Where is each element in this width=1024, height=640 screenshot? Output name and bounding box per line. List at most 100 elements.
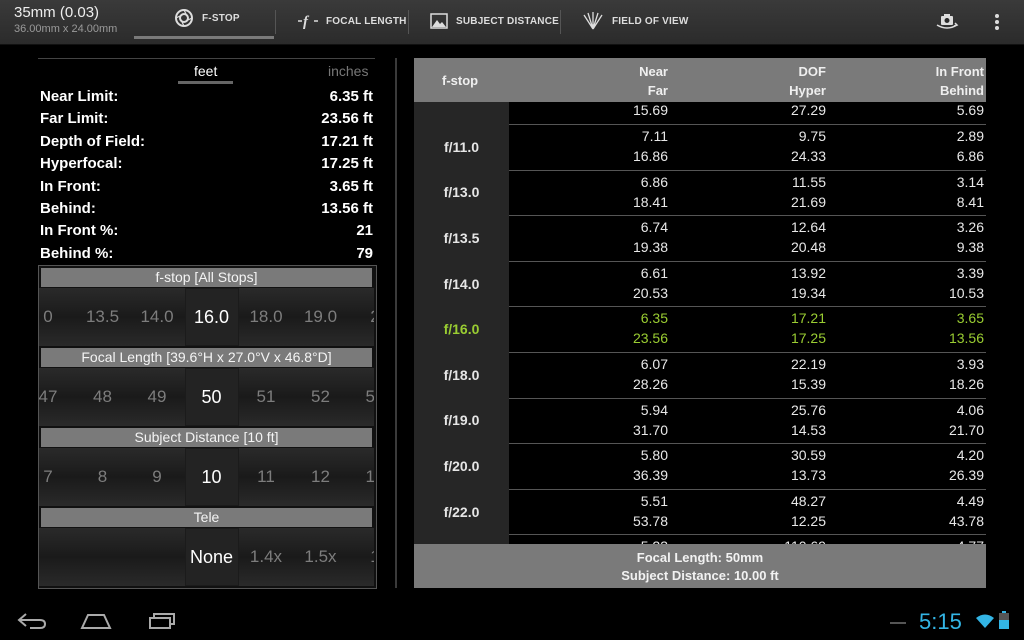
row-fstop: f/11.0 bbox=[414, 124, 509, 170]
table-row[interactable]: f/19.0 5.94 31.70 25.76 14.53 4.06 21.70 bbox=[414, 397, 986, 445]
row-dof: 30.59 bbox=[790, 447, 826, 464]
subject-distance-picker-wheel[interactable]: 78910111213 bbox=[39, 448, 374, 506]
battery-icon bbox=[999, 611, 1009, 634]
picker-option[interactable]: 8 bbox=[76, 448, 130, 506]
picker-option[interactable]: 13 bbox=[348, 448, 374, 506]
row-dof: 12.64 bbox=[790, 219, 826, 236]
picker-option[interactable]: 13.5 bbox=[76, 288, 130, 346]
row-near: 6.07 bbox=[640, 356, 668, 372]
row-hyper: 12.25 bbox=[790, 512, 826, 529]
focal-length-picker-header: Focal Length [39.6°H x 27.0°V x 46.8°D] bbox=[41, 348, 372, 367]
row-behind: 10.53 bbox=[948, 284, 984, 301]
recent-apps-icon[interactable] bbox=[146, 612, 178, 635]
picker-option[interactable]: 49 bbox=[130, 368, 184, 426]
col-far-header[interactable]: Far bbox=[648, 83, 668, 98]
picker-selected-value[interactable]: None bbox=[184, 528, 239, 586]
tab-inches[interactable]: inches bbox=[328, 63, 368, 79]
table-row[interactable]: f/14.0 6.61 20.53 13.92 19.34 3.39 10.53 bbox=[414, 260, 986, 308]
picker-option[interactable] bbox=[130, 528, 184, 586]
row-behind: 26.39 bbox=[948, 467, 984, 484]
action-bar: 35mm (0.03) 36.00mm x 24.00mm F-STOP f F… bbox=[0, 0, 1024, 45]
picker-selected-value[interactable]: 10 bbox=[184, 448, 239, 506]
overflow-menu-icon[interactable] bbox=[990, 12, 1004, 32]
picker-option[interactable]: 48 bbox=[76, 368, 130, 426]
tab-focal-length-label: FOCAL LENGTH bbox=[326, 15, 407, 27]
row-dof: 11.55 bbox=[792, 173, 826, 190]
row-behind: 18.26 bbox=[948, 376, 984, 392]
focal-length-picker-wheel[interactable]: 47484950515253 bbox=[39, 368, 374, 426]
picker-selected-value[interactable]: 16.0 bbox=[184, 288, 239, 346]
picker-option[interactable]: 1 bbox=[348, 528, 374, 586]
picker-option[interactable]: 12 bbox=[294, 448, 348, 506]
picker-selected-value[interactable]: 50 bbox=[184, 368, 239, 426]
row-dof: 17.21 bbox=[790, 310, 826, 327]
rotate-camera-icon[interactable] bbox=[935, 11, 959, 31]
unit-tab-indicator bbox=[178, 81, 233, 84]
row-fstop: f/13.0 bbox=[414, 169, 509, 216]
row-far: 53.78 bbox=[632, 512, 668, 529]
result-behind: Behind: 13.56 ft bbox=[40, 200, 373, 222]
col-near-header[interactable]: Near bbox=[639, 64, 668, 79]
row-fstop: f/20.0 bbox=[414, 443, 509, 489]
row-dof: 13.92 bbox=[790, 264, 826, 281]
row-near: 6.86 bbox=[640, 173, 668, 190]
picker-option[interactable]: 7 bbox=[39, 448, 75, 506]
tab-focal-length[interactable]: f FOCAL LENGTH bbox=[298, 0, 407, 42]
col-behind-header[interactable]: Behind bbox=[940, 83, 984, 98]
table-row[interactable]: f/18.0 6.07 28.26 22.19 15.39 3.93 18.26 bbox=[414, 352, 986, 399]
col-fstop-header[interactable]: f-stop bbox=[442, 73, 478, 88]
tele-picker-wheel[interactable]: None1.4x1.5x1 bbox=[39, 528, 374, 586]
table-row[interactable]: 15.69 27.29 5.69 bbox=[414, 102, 986, 125]
row-far: 18.41 bbox=[632, 193, 668, 210]
home-icon[interactable] bbox=[80, 612, 112, 635]
row-in-front: 3.14 bbox=[956, 173, 984, 190]
tab-subject-distance-label: SUBJECT DISTANCE bbox=[456, 15, 560, 27]
back-icon[interactable] bbox=[16, 612, 48, 635]
table-row[interactable]: f/20.0 5.80 36.39 30.59 13.73 4.20 26.39 bbox=[414, 443, 986, 490]
picker-option[interactable]: 0 bbox=[39, 288, 75, 346]
row-hyper: 19.34 bbox=[790, 284, 826, 301]
notification-indicator[interactable] bbox=[890, 622, 906, 624]
picker-option[interactable]: 51 bbox=[239, 368, 293, 426]
result-behind-percent: Behind %: 79 bbox=[40, 245, 373, 267]
result-depth-of-field: Depth of Field: 17.21 ft bbox=[40, 133, 373, 155]
picker-option[interactable]: 11 bbox=[239, 448, 293, 506]
picker-option[interactable]: 47 bbox=[39, 368, 75, 426]
tab-feet[interactable]: feet bbox=[194, 63, 217, 79]
result-value: 13.56 ft bbox=[321, 199, 373, 217]
table-row[interactable]: f/22.0 5.51 53.78 48.27 12.25 4.49 43.78 bbox=[414, 488, 986, 536]
row-hyper: 21.69 bbox=[790, 193, 826, 210]
result-value: 6.35 ft bbox=[329, 88, 373, 105]
table-row[interactable]: f/11.0 7.11 16.86 9.75 24.33 2.89 6.86 bbox=[414, 124, 986, 171]
result-far-limit: Far Limit: 23.56 ft bbox=[40, 110, 373, 132]
picker-option[interactable]: 14.0 bbox=[130, 288, 184, 346]
table-row-selected[interactable]: f/16.0 6.35 23.56 17.21 17.25 3.65 13.56 bbox=[414, 306, 986, 353]
picker-option[interactable]: 53 bbox=[348, 368, 374, 426]
tab-subject-distance[interactable]: SUBJECT DISTANCE bbox=[430, 0, 559, 42]
picker-option[interactable] bbox=[76, 528, 130, 586]
dof-table: f-stop Near Far DOF Hyper In Front Behin… bbox=[414, 58, 986, 588]
result-label: Far Limit: bbox=[40, 110, 109, 128]
picker-option[interactable] bbox=[39, 528, 75, 586]
picker-option[interactable]: 19.0 bbox=[294, 288, 348, 346]
picker-option[interactable]: 1.4x bbox=[239, 528, 293, 586]
fstop-picker-header: f-stop [All Stops] bbox=[41, 268, 372, 287]
row-behind: 9.38 bbox=[956, 239, 984, 256]
table-body[interactable]: 15.69 27.29 5.69 f/11.0 7.11 16.86 9.75 24.33 2.… bbox=[414, 102, 986, 546]
col-dof-header[interactable]: DOF bbox=[799, 64, 826, 79]
tab-f-stop[interactable]: F-STOP bbox=[134, 0, 274, 39]
table-row[interactable]: f/13.5 6.74 19.38 12.64 20.48 3.26 9.38 bbox=[414, 215, 986, 262]
picker-option[interactable]: 18.0 bbox=[239, 288, 293, 346]
row-dof: 25.76 bbox=[790, 401, 826, 418]
picker-option[interactable]: 52 bbox=[294, 368, 348, 426]
row-fstop: f/13.5 bbox=[414, 215, 509, 261]
tab-field-of-view[interactable]: FIELD OF VIEW bbox=[582, 0, 689, 42]
picker-option[interactable]: 1.5x bbox=[294, 528, 348, 586]
row-fstop: f/14.0 bbox=[414, 260, 509, 307]
picker-option[interactable]: 2 bbox=[348, 288, 374, 346]
picker-option[interactable]: 9 bbox=[130, 448, 184, 506]
table-row[interactable]: f/13.0 6.86 18.41 11.55 21.69 3.14 8.41 bbox=[414, 169, 986, 217]
col-hyper-header[interactable]: Hyper bbox=[789, 83, 826, 98]
fstop-picker-wheel[interactable]: 013.514.016.018.019.02 bbox=[39, 288, 374, 346]
col-in-front-header[interactable]: In Front bbox=[936, 64, 984, 79]
